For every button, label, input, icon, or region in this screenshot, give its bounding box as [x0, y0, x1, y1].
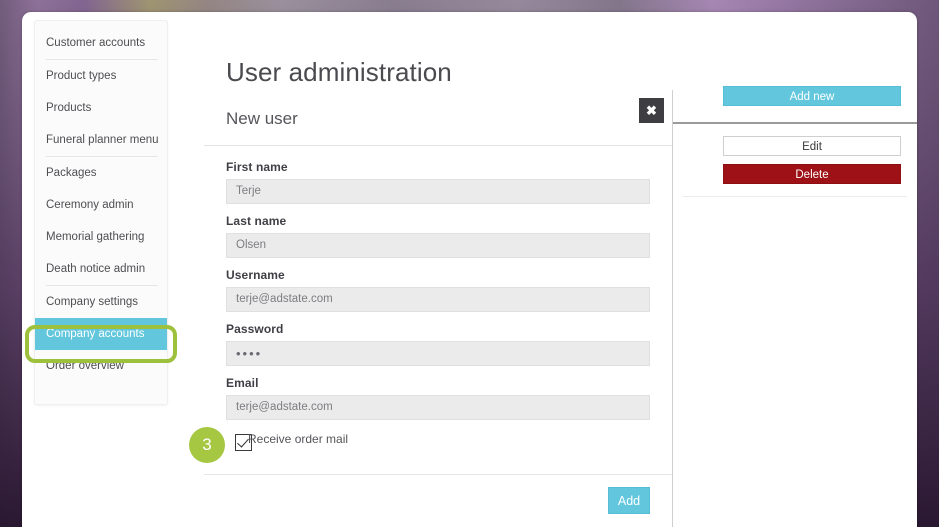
- modal-title: New user: [226, 108, 298, 128]
- panel-divider: [673, 122, 917, 124]
- modal-header: New user ✖: [204, 97, 672, 146]
- add-button[interactable]: Add: [608, 487, 650, 514]
- sidebar-item-funeral-planner-menu[interactable]: Funeral planner menu: [35, 124, 167, 156]
- first-name-input[interactable]: [226, 178, 650, 204]
- username-input[interactable]: [226, 286, 650, 312]
- delete-button[interactable]: Delete: [723, 164, 901, 184]
- page-title: User administration: [226, 57, 452, 88]
- receive-order-mail-label[interactable]: Receive order mail: [248, 432, 348, 446]
- password-input[interactable]: [226, 340, 650, 366]
- field-last-name: Last name: [226, 214, 650, 258]
- modal-footer: Add: [204, 474, 672, 527]
- step-number-badge: 3: [189, 426, 225, 463]
- main-content: User administration New user ✖ First nam…: [189, 12, 672, 527]
- email-input[interactable]: [226, 394, 650, 420]
- close-icon[interactable]: ✖: [639, 97, 664, 123]
- field-username: Username: [226, 268, 650, 312]
- application-window: Customer accounts Product types Products Fu…: [22, 12, 917, 527]
- new-user-form: First name Last name Username Password Email…: [189, 146, 672, 463]
- field-label: Last name: [226, 213, 287, 228]
- sidebar-item-memorial-gathering[interactable]: Memorial gathering: [35, 221, 167, 253]
- sidebar-nav: Customer accounts Product types Products Fu…: [34, 20, 168, 405]
- sidebar-item-products[interactable]: Products: [35, 92, 167, 124]
- edit-button[interactable]: Edit: [723, 136, 901, 156]
- add-new-button[interactable]: Add new: [723, 86, 901, 106]
- sidebar-item-death-notice-admin[interactable]: Death notice admin: [35, 253, 167, 285]
- sidebar-item-order-overview[interactable]: Order overview: [35, 350, 167, 382]
- field-label: Email: [226, 375, 259, 390]
- sidebar-item-ceremony-admin[interactable]: Ceremony admin: [35, 189, 167, 221]
- field-email: Email: [226, 376, 650, 420]
- field-label: First name: [226, 159, 288, 174]
- field-label: Username: [226, 267, 285, 282]
- sidebar-item-company-accounts[interactable]: Company accounts: [35, 318, 167, 350]
- field-password: Password: [226, 322, 650, 366]
- sidebar-item-product-types[interactable]: Product types: [35, 60, 167, 92]
- action-panel: Add new Edit Delete: [673, 12, 917, 527]
- panel-divider-secondary: [683, 196, 907, 197]
- field-label: Password: [226, 321, 284, 336]
- last-name-input[interactable]: [226, 232, 650, 258]
- receive-order-mail-row: 3 Receive order mail: [189, 426, 650, 463]
- sidebar-item-packages[interactable]: Packages: [35, 157, 167, 189]
- field-first-name: First name: [226, 160, 650, 204]
- sidebar-item-customer-accounts[interactable]: Customer accounts: [35, 27, 167, 59]
- sidebar-item-company-settings[interactable]: Company settings: [35, 286, 167, 318]
